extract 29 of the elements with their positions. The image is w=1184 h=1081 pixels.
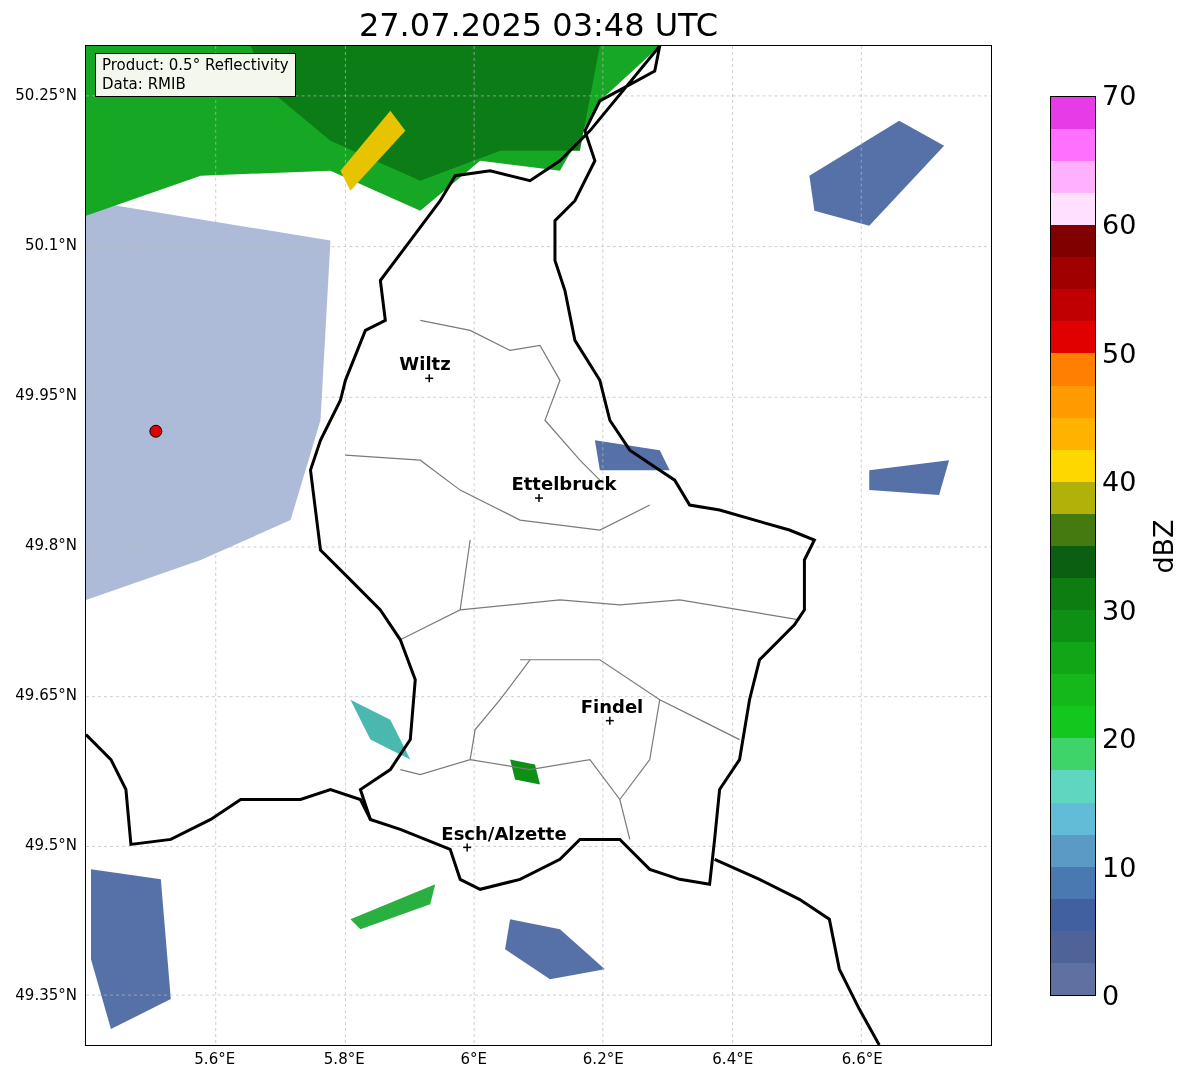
chart-title: 27.07.2025 03:48 UTC — [357, 5, 720, 45]
scale-label: 0 — [1102, 980, 1120, 1012]
latitude-label: 49.5°N — [24, 836, 77, 854]
latitude-label: 49.65°N — [15, 686, 77, 704]
scale-label: 60 — [1102, 209, 1137, 241]
scale-label: 70 — [1102, 80, 1137, 112]
place-label: Wiltz — [399, 352, 451, 374]
place-label: Esch/Alzette — [441, 822, 567, 844]
legend-text: Product: 0.5° Reflectivity — [102, 56, 289, 75]
longitude-label: 6°E — [460, 1050, 487, 1068]
place-label: Ettelbruck — [511, 472, 617, 494]
place-label: Findel — [580, 695, 644, 717]
scale-label: 50 — [1102, 337, 1137, 369]
longitude-label: 6.4°E — [712, 1050, 754, 1068]
longitude-label: 6.6°E — [841, 1050, 883, 1068]
scale-label: 30 — [1102, 594, 1137, 626]
latitude-label: 50.25°N — [15, 86, 77, 104]
longitude-label: 6.2°E — [582, 1050, 624, 1068]
scale-label: 40 — [1102, 466, 1137, 498]
scale-label: 10 — [1102, 851, 1137, 883]
axis-title: dBZ — [1147, 518, 1179, 574]
longitude-label: 5.6°E — [194, 1050, 236, 1068]
latitude-label: 50.1°N — [24, 236, 77, 254]
longitude-label: 5.8°E — [323, 1050, 365, 1068]
legend-text: Data: RMIB — [102, 75, 187, 94]
latitude-label: 49.35°N — [15, 986, 77, 1004]
scale-label: 20 — [1102, 723, 1137, 755]
latitude-label: 49.95°N — [15, 386, 77, 404]
latitude-label: 49.8°N — [24, 536, 77, 554]
